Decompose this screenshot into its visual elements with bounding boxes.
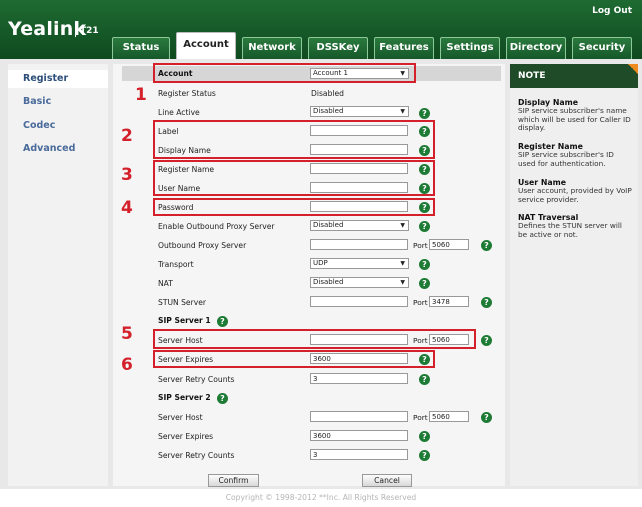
confirm-button[interactable]: Confirm: [208, 474, 259, 487]
chevron-down-icon: ▼: [400, 279, 405, 286]
sidebar-item-basic[interactable]: Basic: [8, 93, 108, 111]
note-corner-decoration: [628, 64, 638, 74]
tab-features[interactable]: Features: [374, 37, 434, 59]
logout-link[interactable]: Log Out: [592, 6, 632, 16]
stun-server-input[interactable]: [310, 296, 408, 307]
register-status-value: Disabled: [311, 89, 344, 98]
help-icon[interactable]: ?: [419, 259, 430, 270]
annotation-box-5: [153, 329, 476, 349]
note-section: User Name User account, provided by VoIP…: [518, 178, 632, 204]
chevron-down-icon: ▼: [400, 260, 405, 267]
help-icon[interactable]: ?: [481, 240, 492, 251]
annotation-box-2: [153, 120, 435, 159]
help-icon[interactable]: ?: [481, 335, 492, 346]
nat-select[interactable]: Disabled ▼: [310, 277, 409, 288]
tab-status[interactable]: Status: [112, 37, 170, 59]
annotation-number-2: 2: [121, 126, 133, 146]
help-icon[interactable]: ?: [419, 450, 430, 461]
sidebar-item-register[interactable]: Register: [8, 70, 108, 88]
stun-server-label: STUN Server: [158, 298, 207, 307]
help-icon[interactable]: ?: [419, 221, 430, 232]
sip2-retry-input[interactable]: [310, 449, 408, 460]
outbound-server-label: Outbound Proxy Server: [158, 241, 247, 250]
sip2-port-input[interactable]: [429, 411, 469, 422]
annotation-box-6: [153, 350, 435, 368]
sidebar-item-advanced[interactable]: Advanced: [8, 140, 108, 158]
sip2-host-label: Server Host: [158, 413, 203, 422]
outbound-enable-label: Enable Outbound Proxy Server: [158, 222, 275, 231]
help-icon[interactable]: ?: [419, 431, 430, 442]
chevron-down-icon: ▼: [400, 108, 405, 115]
note-section: Register Name SIP service subscriber's I…: [518, 142, 632, 168]
outbound-port-label: Port: [413, 241, 428, 250]
tab-dsskey[interactable]: DSSKey: [308, 37, 368, 59]
help-icon[interactable]: ?: [419, 278, 430, 289]
cancel-button[interactable]: Cancel: [362, 474, 412, 487]
help-icon[interactable]: ?: [481, 412, 492, 423]
sip2-host-input[interactable]: [310, 411, 408, 422]
outbound-port-input[interactable]: [429, 239, 469, 250]
help-icon[interactable]: ?: [419, 108, 430, 119]
tab-settings[interactable]: Settings: [440, 37, 500, 59]
sip1-retry-input[interactable]: [310, 373, 408, 384]
outbound-server-input[interactable]: [310, 239, 408, 250]
tab-security[interactable]: Security: [572, 37, 632, 59]
nat-label: NAT: [158, 279, 173, 288]
help-icon[interactable]: ?: [481, 297, 492, 308]
annotation-number-1: 1: [135, 85, 147, 105]
line-active-select[interactable]: Disabled ▼: [310, 106, 409, 117]
copyright-text: Copyright © 1998-2012 **Inc. All Rights …: [225, 493, 417, 502]
annotation-number-5: 5: [121, 324, 133, 344]
sip-server-2-title: SIP Server 2: [158, 393, 211, 402]
annotation-box-3: [153, 160, 435, 196]
tab-network[interactable]: Network: [242, 37, 302, 59]
outbound-enable-value: Disabled: [313, 221, 344, 229]
sip-server-1-title: SIP Server 1: [158, 316, 211, 325]
transport-value: UDP: [313, 259, 328, 267]
chevron-down-icon: ▼: [400, 222, 405, 229]
note-section-text: User account, provided by VoIP service p…: [518, 186, 632, 204]
line-active-label: Line Active: [158, 108, 200, 117]
note-section: NAT Traversal Defines the STUN server wi…: [518, 213, 632, 239]
annotation-number-6: 6: [121, 355, 133, 375]
stun-port-label: Port: [413, 298, 428, 307]
sip2-expires-label: Server Expires: [158, 432, 214, 441]
register-status-label: Register Status: [158, 89, 216, 98]
transport-select[interactable]: UDP ▼: [310, 258, 409, 269]
sip2-expires-input[interactable]: [310, 430, 408, 441]
nat-value: Disabled: [313, 278, 344, 286]
sip2-retry-label: Server Retry Counts: [158, 451, 235, 460]
annotation-number-4: 4: [121, 198, 133, 218]
sidebar: Register Basic Codec Advanced: [8, 64, 108, 486]
note-section-text: SIP service subscriber's name which will…: [518, 106, 631, 133]
help-icon[interactable]: ?: [217, 393, 228, 404]
top-header: Yealink T21 Log Out Status Account Netwo…: [0, 0, 642, 59]
annotation-box-4: [153, 198, 435, 216]
tab-directory[interactable]: Directory: [506, 37, 566, 59]
note-title: NOTE: [510, 64, 638, 88]
help-icon[interactable]: ?: [419, 374, 430, 385]
app-window: Yealink T21 Log Out Status Account Netwo…: [0, 0, 642, 507]
model-label: T21: [80, 26, 99, 36]
outbound-enable-select[interactable]: Disabled ▼: [310, 220, 409, 231]
note-section-text: Defines the STUN server will be active o…: [518, 221, 622, 239]
note-section: Display Name SIP service subscriber's na…: [518, 98, 632, 133]
tab-account[interactable]: Account: [176, 32, 236, 59]
stun-port-input[interactable]: [429, 296, 469, 307]
sip1-retry-label: Server Retry Counts: [158, 375, 235, 384]
note-section-text: SIP service subscriber's ID used for aut…: [518, 150, 614, 168]
sidebar-item-codec[interactable]: Codec: [8, 117, 108, 135]
sip2-port-label: Port: [413, 413, 428, 422]
annotation-number-3: 3: [121, 165, 133, 185]
help-icon[interactable]: ?: [217, 316, 228, 327]
logo-divider: [75, 21, 76, 37]
transport-label: Transport: [158, 260, 194, 269]
line-active-value: Disabled: [313, 107, 344, 115]
annotation-box-1: [153, 63, 416, 83]
